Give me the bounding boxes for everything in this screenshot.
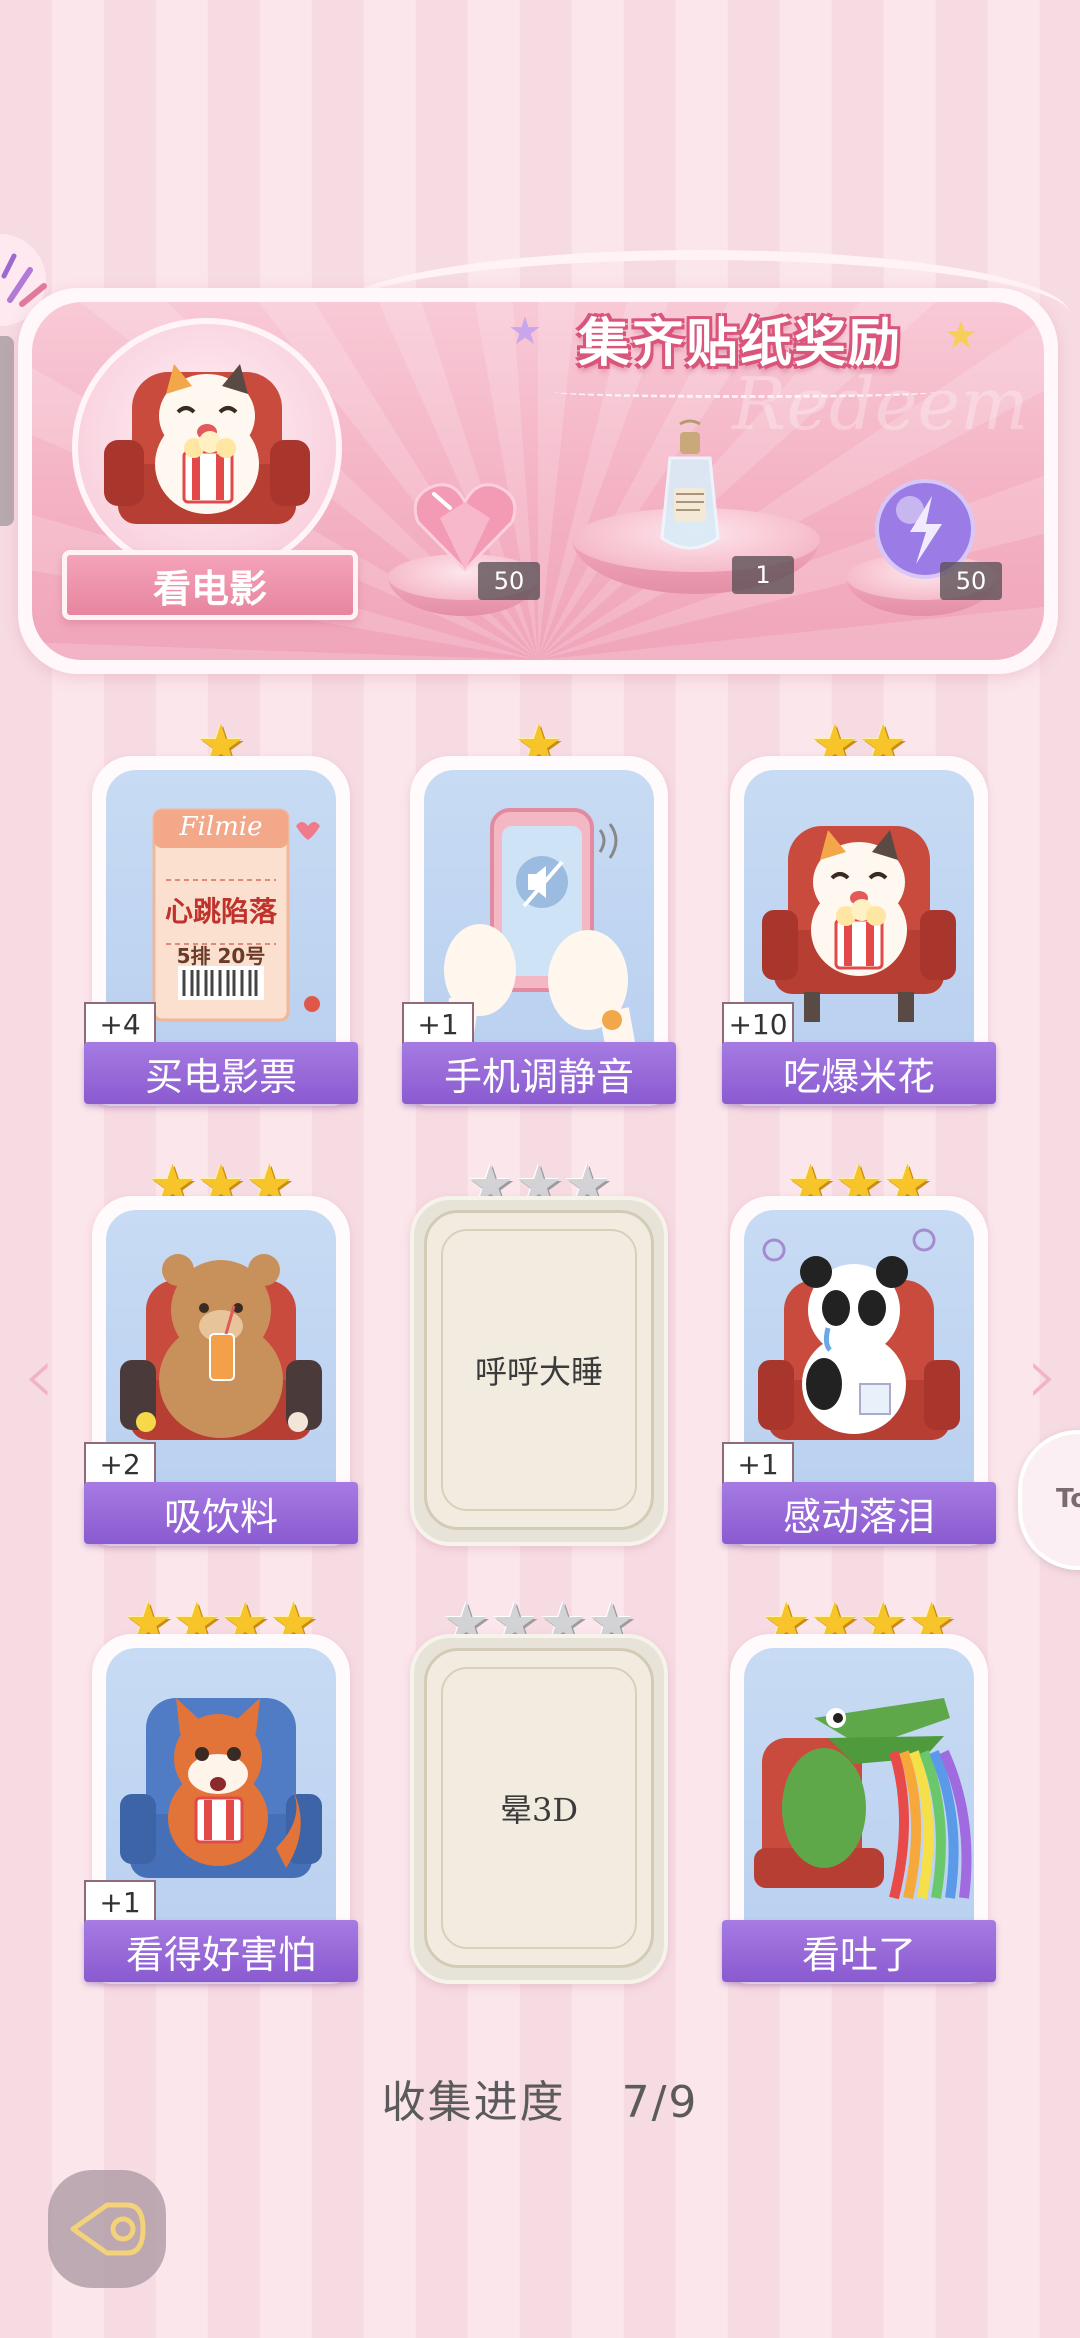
sticker-card[interactable]: ★ ★ ★ +2 吸饮料 [84,1158,358,1556]
sticker-name: 买电影票 [84,1042,358,1104]
sticker-card-locked[interactable]: ★ ★ ★ 呼呼大睡 [410,1158,668,1556]
reward-count: 50 [478,562,540,600]
sticker-card[interactable]: ★ ★ ★ ★ +1 看得好害怕 [84,1596,358,1994]
ticket-title: 心跳陷落 [164,895,277,928]
reward-count: 50 [940,562,1002,600]
star-icon: ★ [508,309,543,353]
sticker-name: 看得好害怕 [84,1920,358,1982]
locked-card-icon: 呼呼大睡 [424,1210,654,1530]
sticker-name: 吸饮料 [84,1482,358,1544]
dashed-decoration [555,386,935,398]
mode-label: 看电影 [62,550,358,620]
sticker-card[interactable]: ★ Filmie 心跳陷落 5排 20号 +4 买电影票 [84,718,358,1116]
prev-page-arrow-icon[interactable]: ‹ [14,1336,64,1416]
sticker-name: 手机调静音 [402,1042,676,1104]
progress-value: 7/9 [621,2077,699,2128]
side-float-label: To [1056,1484,1080,1514]
sticker-card[interactable]: ★ +1 手机调静音 [402,718,676,1116]
star-icon: ★ [944,313,979,357]
message-bottle-icon [630,418,750,572]
sticker-name: 呼呼大睡 [474,1353,603,1391]
sticker-card[interactable]: ★ ★ ★ ★ 看吐了 [722,1596,996,1994]
edge-handle[interactable] [0,336,14,526]
next-page-arrow-icon[interactable]: › [1018,1336,1068,1416]
sticker-bonus: +10 [722,1002,794,1046]
sticker-bonus: +1 [402,1002,474,1046]
sticker-card[interactable]: ★ ★ ★ +1 感动落泪 [722,1158,996,1556]
sticker-name: 晕3D [499,1791,579,1829]
ticket-brand: Filmie [179,812,263,842]
back-arrow-icon [70,2202,146,2256]
crocodile-rainbow-icon [744,1648,974,1944]
sticker-name: 感动落泪 [722,1482,996,1544]
sticker-name: 吃爆米花 [722,1042,996,1104]
sticker-bonus: +2 [84,1442,156,1486]
side-float-button[interactable]: To [1018,1430,1080,1570]
ticket-seat: 5排 20号 [176,944,266,968]
locked-card-icon: 晕3D [424,1648,654,1968]
redeem-title: 集齐贴纸奖励 [577,313,902,374]
collection-progress: 收集进度 7/9 [0,2066,1080,2130]
sticker-card-locked[interactable]: ★ ★ ★ ★ 晕3D [410,1596,668,1994]
redeem-title-banner: 集齐贴纸奖励 [540,290,940,386]
sticker-bonus: +1 [722,1442,794,1486]
sticker-bonus: +1 [84,1880,156,1924]
sticker-card[interactable]: ★ ★ +10 吃爆米花 [722,718,996,1116]
mode-avatar [72,318,342,578]
sticker-bonus: +4 [84,1002,156,1046]
sticker-name: 看吐了 [722,1920,996,1982]
reward-count: 1 [732,556,794,594]
back-button[interactable] [48,2170,166,2288]
progress-label: 收集进度 [381,2077,566,2128]
